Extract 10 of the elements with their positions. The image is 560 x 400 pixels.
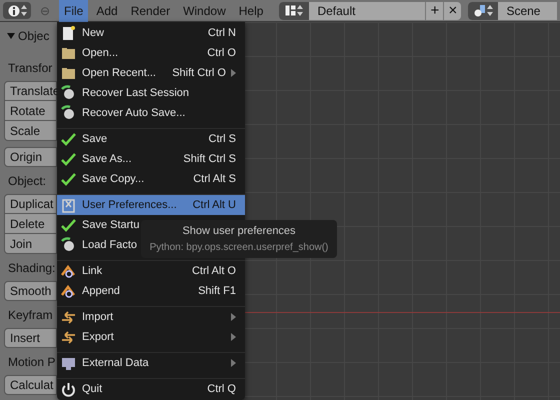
scene-name: Scene	[505, 2, 542, 20]
section-label: Keyfram	[7, 307, 53, 324]
tooltip-python: Python: bpy.ops.screen.userpref_show()	[150, 240, 328, 254]
panel-title: Objec	[18, 28, 50, 45]
section-label: Shading:	[7, 260, 56, 277]
section-label: Object:	[7, 173, 46, 190]
layout-name: Default	[316, 2, 356, 20]
section-label: Motion P	[7, 354, 56, 371]
tooltip-title: Show user preferences	[182, 224, 296, 239]
section-label: Transfor	[7, 60, 52, 77]
